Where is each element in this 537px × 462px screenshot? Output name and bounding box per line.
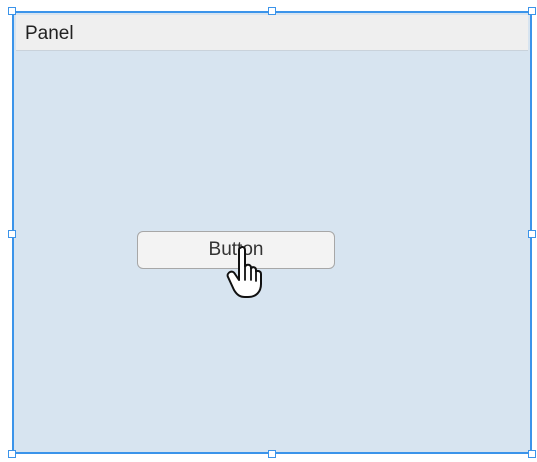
selection-handle-middle-right[interactable] [528,230,536,238]
selection-handle-middle-left[interactable] [8,230,16,238]
selection-handle-top-left[interactable] [8,7,16,15]
panel-title: Panel [25,23,74,44]
selection-handle-bottom-center[interactable] [268,450,276,458]
selection-handle-bottom-left[interactable] [8,450,16,458]
panel-header: Panel [16,15,528,51]
selection-handle-bottom-right[interactable] [528,450,536,458]
design-canvas: Panel Button [0,0,537,462]
selection-handle-top-right[interactable] [528,7,536,15]
button-component[interactable]: Button [137,231,335,269]
selection-handle-top-center[interactable] [268,7,276,15]
